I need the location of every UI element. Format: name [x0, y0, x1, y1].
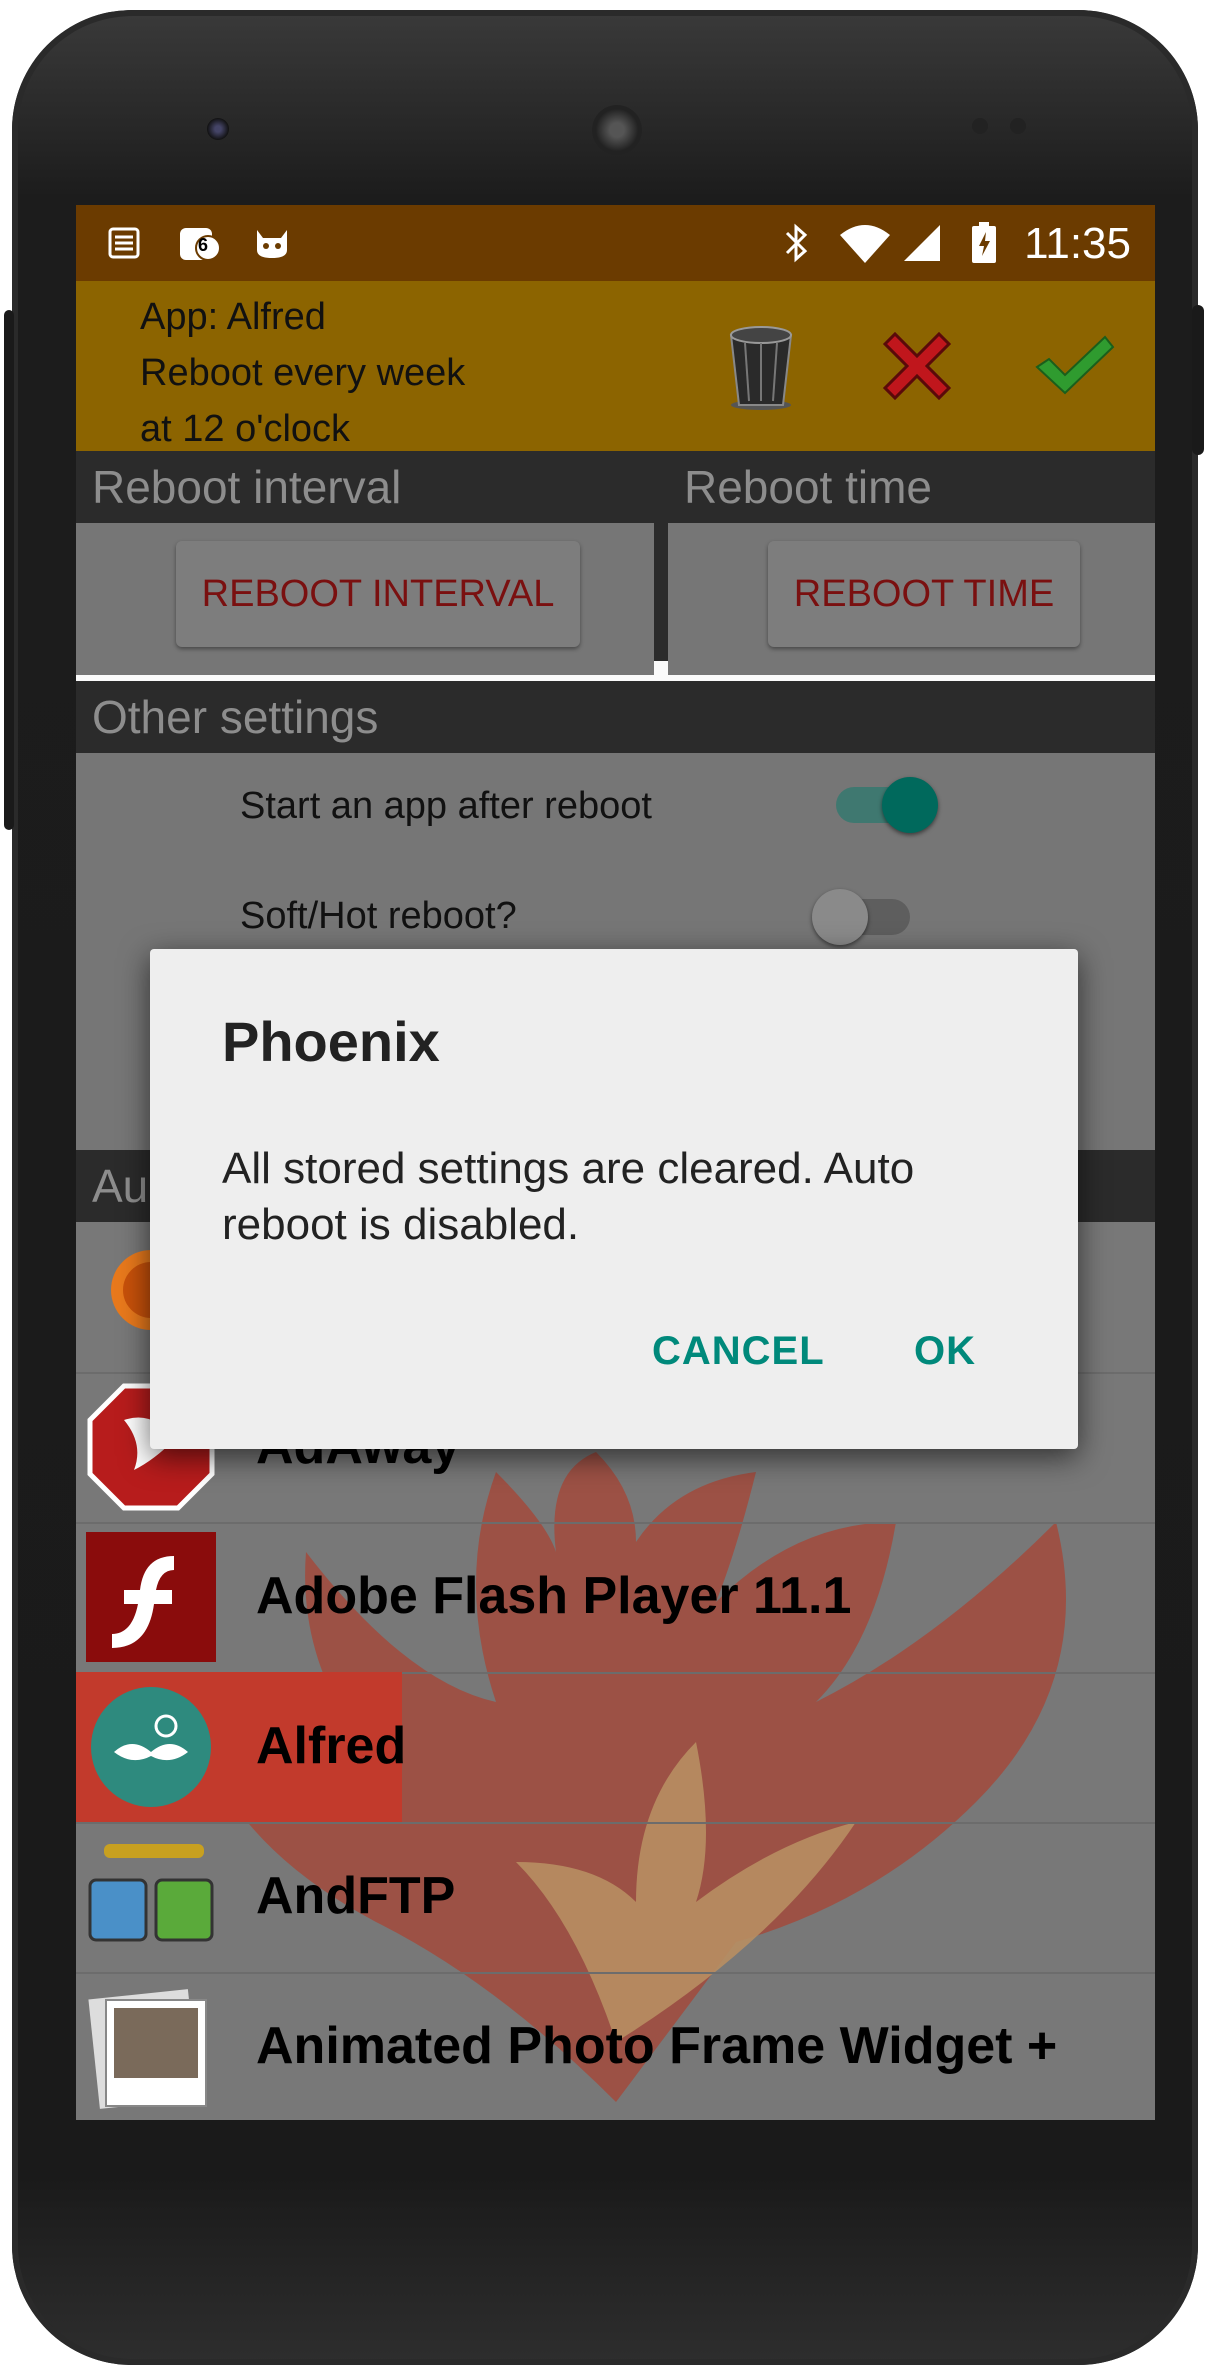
front-camera: [207, 118, 229, 140]
ok-button[interactable]: OK: [914, 1329, 976, 1374]
dialog-message: All stored settings are cleared. Auto re…: [222, 1144, 915, 1249]
proximity-sensor: [972, 118, 988, 134]
screen: 6 11:35 App: Alfred Reboot every week at…: [76, 205, 1155, 2120]
earpiece-speaker: [592, 105, 642, 155]
side-button: [4, 310, 14, 830]
alert-dialog: Phoenix All stored settings are cleared.…: [150, 949, 1078, 1449]
cancel-button[interactable]: CANCEL: [652, 1329, 825, 1374]
phone-frame: 6 11:35 App: Alfred Reboot every week at…: [4, 10, 1204, 2365]
light-sensor: [1010, 118, 1026, 134]
dialog-title: Phoenix: [222, 1010, 440, 1073]
power-button: [1192, 305, 1204, 455]
